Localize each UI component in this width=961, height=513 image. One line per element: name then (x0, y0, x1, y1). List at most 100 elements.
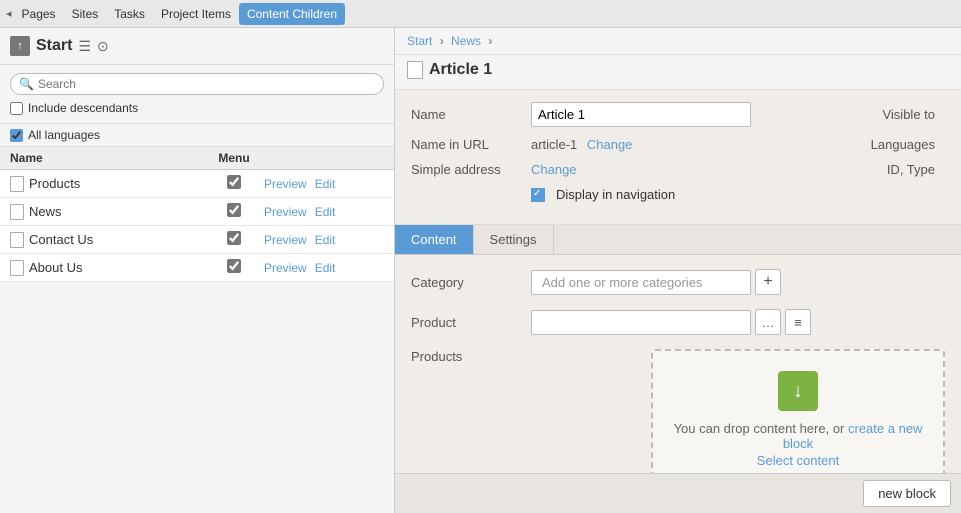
page-icon (10, 232, 24, 248)
product-input[interactable] (531, 310, 751, 335)
ellipsis-button[interactable]: … (755, 309, 781, 335)
display-nav-checkbox[interactable] (531, 188, 545, 202)
name-in-url-value: article-1 (531, 137, 577, 152)
tab-content[interactable]: Content (395, 225, 474, 254)
products-row: Products ↓ You can drop content here, or… (411, 349, 945, 473)
tree-rows: Products Preview Edit News Preview Ed (0, 170, 394, 513)
name-input[interactable] (531, 102, 751, 127)
tree-row[interactable]: About Us Preview Edit (0, 254, 394, 282)
edit-link[interactable]: Edit (315, 205, 336, 219)
preview-link[interactable]: Preview (264, 177, 307, 191)
hamburger-icon[interactable]: ☰ (78, 38, 91, 55)
name-in-url-field: article-1 Change (531, 137, 795, 152)
row-name: News (29, 204, 204, 219)
menu-checkbox[interactable] (227, 203, 241, 217)
right-panel: Start › News › Article 1 Name Visible to… (395, 28, 961, 513)
search-input[interactable] (38, 77, 375, 91)
nav-content-children[interactable]: Content Children (239, 3, 345, 25)
products-drop-area[interactable]: ↓ You can drop content here, or create a… (651, 349, 945, 473)
page-icon (10, 260, 24, 276)
drop-text: You can drop content here, or create a n… (673, 421, 923, 451)
display-nav-row: Display in navigation (411, 187, 945, 202)
product-label: Product (411, 315, 531, 330)
menu-checkbox[interactable] (227, 175, 241, 189)
search-area: 🔍 Include descendants (0, 65, 394, 124)
sidebar: ↑ Start ☰ ⊙ 🔍 Include descendants All la… (0, 28, 395, 513)
nav-arrow-icon[interactable]: ◂ (6, 7, 12, 20)
include-descendants-text: Include descendants (28, 101, 138, 115)
products-label: Products (411, 349, 531, 364)
main-container: ↑ Start ☰ ⊙ 🔍 Include descendants All la… (0, 28, 961, 513)
drop-text-content: You can drop content here, or (674, 421, 845, 436)
name-in-url-row: Name in URL article-1 Change Languages (411, 137, 945, 152)
top-navigation: ◂ Pages Sites Tasks Project Items Conten… (0, 0, 961, 28)
table-header: Name Menu (0, 147, 394, 170)
display-nav-field: Display in navigation (531, 187, 675, 202)
bottom-bar: new block (395, 473, 961, 513)
nav-tasks[interactable]: Tasks (106, 3, 153, 25)
row-name: Contact Us (29, 232, 204, 247)
product-field: … ≡ (531, 309, 811, 335)
article-header: Article 1 (395, 55, 961, 90)
simple-address-change-link[interactable]: Change (531, 162, 577, 177)
breadcrumb: Start › News › (395, 28, 961, 55)
col-name-header: Name (10, 151, 204, 165)
product-row: Product … ≡ (411, 309, 945, 335)
category-row: Category Add one or more categories + (411, 269, 945, 295)
edit-link[interactable]: Edit (315, 261, 336, 275)
breadcrumb-start[interactable]: Start (407, 34, 432, 48)
start-header: ↑ Start ☰ ⊙ (0, 28, 394, 65)
edit-link[interactable]: Edit (315, 233, 336, 247)
visible-to-label: Visible to (795, 107, 945, 122)
article-page-icon (407, 61, 423, 79)
form-area: Name Visible to Name in URL article-1 Ch… (395, 90, 961, 225)
page-icon (10, 204, 24, 220)
simple-address-row: Simple address Change ID, Type (411, 162, 945, 177)
all-languages-checkbox[interactable] (10, 129, 23, 142)
name-row: Name Visible to (411, 102, 945, 127)
content-area: Category Add one or more categories + Pr… (395, 255, 961, 473)
all-languages-label: All languages (28, 128, 100, 142)
breadcrumb-news[interactable]: News (451, 34, 481, 48)
drop-download-icon: ↓ (778, 371, 818, 411)
languages-label: Languages (795, 137, 945, 152)
breadcrumb-sep2: › (488, 34, 492, 48)
preview-link[interactable]: Preview (264, 261, 307, 275)
name-in-url-label: Name in URL (411, 137, 531, 152)
tabs: Content Settings (395, 225, 961, 255)
include-descendants-checkbox[interactable] (10, 102, 23, 115)
add-category-button[interactable]: + (755, 269, 781, 295)
name-field (531, 102, 795, 127)
preview-link[interactable]: Preview (264, 233, 307, 247)
search-icon: 🔍 (19, 77, 34, 91)
select-content-link[interactable]: Select content (673, 453, 923, 468)
start-title: Start (36, 37, 72, 55)
settings-icon[interactable]: ⊙ (97, 38, 109, 55)
id-type-label: ID, Type (795, 162, 945, 177)
include-descendants-label: Include descendants (10, 101, 384, 115)
page-icon (10, 176, 24, 192)
nav-pages[interactable]: Pages (14, 3, 64, 25)
tree-row[interactable]: Products Preview Edit (0, 170, 394, 198)
row-name: About Us (29, 260, 204, 275)
new-block-button[interactable]: new block (863, 480, 951, 507)
edit-link[interactable]: Edit (315, 177, 336, 191)
tree-row[interactable]: News Preview Edit (0, 198, 394, 226)
col-menu-header: Menu (204, 151, 264, 165)
menu-checkbox[interactable] (227, 259, 241, 273)
preview-link[interactable]: Preview (264, 205, 307, 219)
simple-address-label: Simple address (411, 162, 531, 177)
menu-checkbox[interactable] (227, 231, 241, 245)
list-button[interactable]: ≡ (785, 309, 811, 335)
tab-settings[interactable]: Settings (474, 225, 554, 254)
simple-address-field: Change (531, 162, 795, 177)
all-languages-row: All languages (0, 124, 394, 147)
display-nav-label: Display in navigation (556, 187, 675, 202)
nav-sites[interactable]: Sites (64, 3, 107, 25)
upload-icon[interactable]: ↑ (10, 36, 30, 56)
name-in-url-change-link[interactable]: Change (587, 137, 633, 152)
nav-project-items[interactable]: Project Items (153, 3, 239, 25)
category-button[interactable]: Add one or more categories (531, 270, 751, 295)
tree-row[interactable]: Contact Us Preview Edit (0, 226, 394, 254)
row-name: Products (29, 176, 204, 191)
